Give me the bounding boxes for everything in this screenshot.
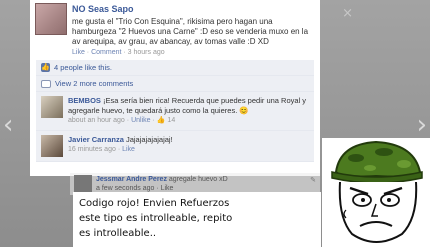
- comment-meta: 16 minutes ago · Like: [68, 146, 135, 153]
- likes-count-text[interactable]: 4 people like this.: [54, 63, 112, 72]
- view-comments-row[interactable]: View 2 more comments: [36, 76, 314, 92]
- comment-avatar[interactable]: [41, 135, 63, 157]
- likes-row[interactable]: 👍 4 people like this.: [36, 60, 314, 76]
- thumbs-up-icon: 👍: [156, 117, 166, 124]
- caption-line: este tipo es introlleable, repito: [79, 213, 233, 224]
- caption-line: es introlleable..: [79, 228, 157, 239]
- like-link[interactable]: Like: [122, 146, 135, 153]
- next-arrow-icon[interactable]: ›: [417, 112, 427, 138]
- comment-author[interactable]: Jessmar Andre Perez: [96, 176, 167, 183]
- edit-pencil-icon[interactable]: ✎: [310, 176, 316, 184]
- meme-caption: Codigo rojo! Envien Refuerzos este tipo …: [73, 192, 321, 247]
- comment-text: ¡Esa sería bien rica! Recuerda que puede…: [68, 96, 307, 115]
- view-more-comments-link[interactable]: View 2 more comments: [55, 79, 133, 88]
- comment-like-count[interactable]: 14: [167, 117, 175, 124]
- comment-time: about an hour ago: [68, 117, 125, 124]
- post-time: 3 hours ago: [127, 49, 165, 56]
- rage-face-drawing: [331, 140, 423, 243]
- post-meta: Like · Comment · 3 hours ago: [72, 49, 165, 56]
- unlike-link[interactable]: Unlike: [131, 117, 150, 124]
- comment-item: BEMBOS ¡Esa sería bien rica! Recuerda qu…: [36, 92, 314, 131]
- comment-text: agregale huevo xD: [168, 176, 228, 183]
- caption-line: Codigo rojo! Envien Refuerzos: [79, 198, 230, 209]
- comment-item: Javier Carranza Jajajajajajajaj! 16 minu…: [36, 131, 314, 162]
- comment-meta: about an hour ago · Unlike · 👍 14: [68, 117, 176, 124]
- comment-avatar[interactable]: [74, 175, 92, 193]
- avatar[interactable]: [35, 3, 67, 35]
- feedback-area: 👍 4 people like this. View 2 more commen…: [36, 60, 314, 162]
- comment-text: Jajajajajajajaj!: [125, 135, 173, 144]
- like-link[interactable]: Like: [72, 49, 85, 56]
- previous-arrow-icon[interactable]: ‹: [3, 112, 13, 138]
- comment-time: 16 minutes ago: [68, 146, 116, 153]
- post-card: NO Seas Sapo me gusta el "Trio Con Esqui…: [30, 0, 320, 176]
- comment-body: Javier Carranza Jajajajajajajaj! 16 minu…: [68, 135, 173, 157]
- comment-bubble-icon: [41, 79, 51, 88]
- like-link[interactable]: Like: [161, 185, 174, 192]
- post-text: me gusta el "Trio Con Esquina", rikisima…: [72, 17, 309, 46]
- comment-time: a few seconds ago: [96, 185, 155, 192]
- faded-comment-body: Jessmar Andre Perez agregale huevo xD a …: [96, 176, 228, 192]
- comment-link[interactable]: Comment: [91, 49, 121, 56]
- comment-body: BEMBOS ¡Esa sería bien rica! Recuerda qu…: [68, 96, 309, 126]
- comment-avatar[interactable]: [41, 96, 63, 118]
- comment-author[interactable]: Javier Carranza: [68, 135, 124, 144]
- thumbs-up-icon: 👍: [41, 63, 50, 72]
- close-icon[interactable]: ×: [342, 6, 353, 21]
- rage-face-soldier-image: [322, 138, 430, 247]
- comment-author[interactable]: BEMBOS: [68, 96, 101, 105]
- post-author[interactable]: NO Seas Sapo: [72, 4, 314, 14]
- post: NO Seas Sapo me gusta el "Trio Con Esqui…: [30, 0, 320, 60]
